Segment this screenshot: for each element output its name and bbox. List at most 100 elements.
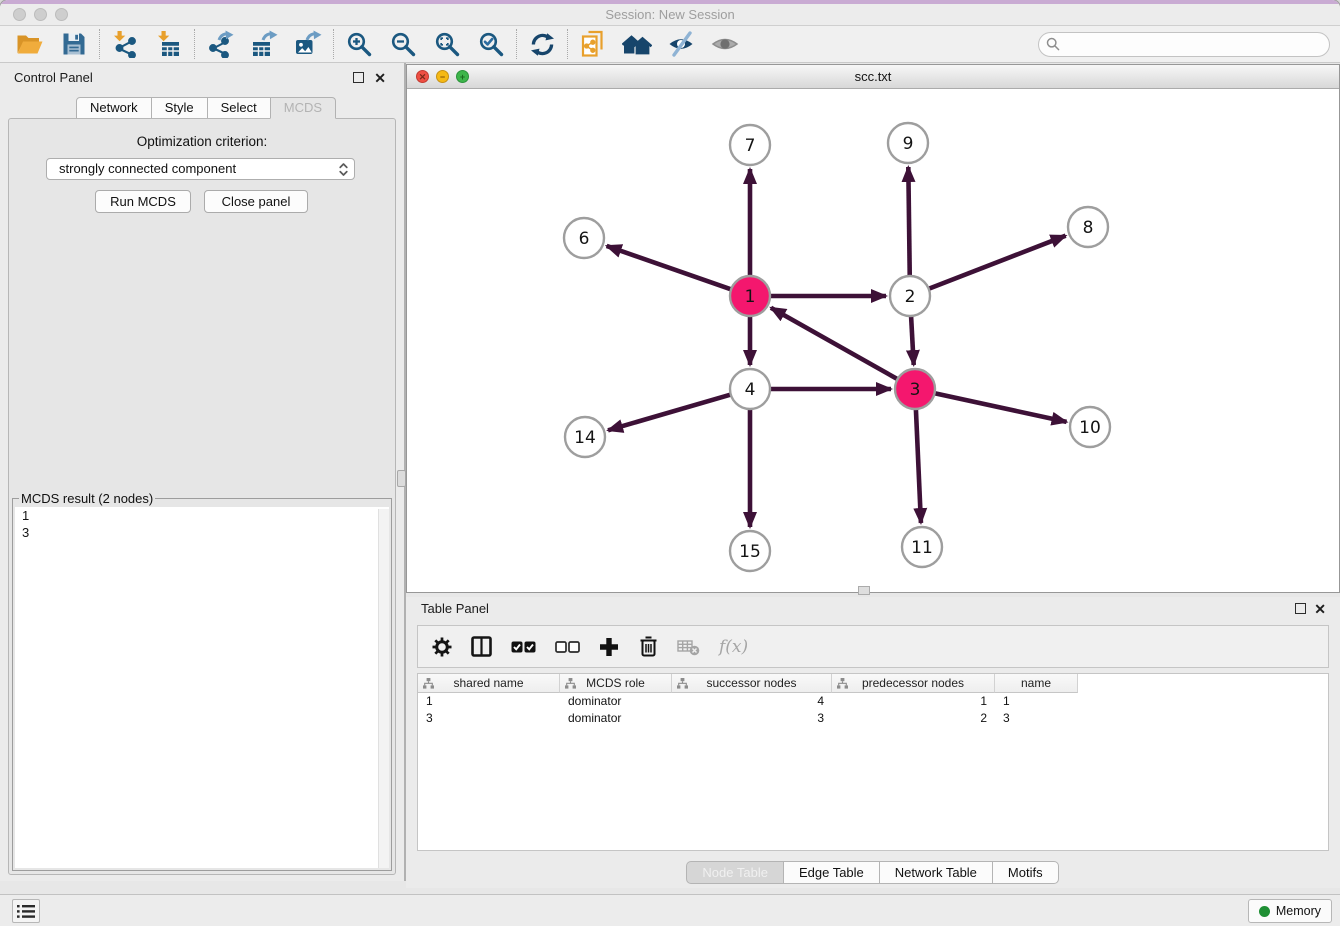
tab-mcds[interactable]: MCDS bbox=[270, 97, 336, 119]
tab-network-table[interactable]: Network Table bbox=[879, 861, 993, 884]
mcds-result-box: MCDS result (2 nodes) 13 bbox=[12, 491, 392, 871]
table-export-icon[interactable] bbox=[242, 28, 286, 60]
node-table-body: 1dominator4113dominator323 bbox=[418, 693, 1328, 727]
refresh-icon[interactable] bbox=[520, 28, 564, 60]
cell-mcds-role[interactable]: dominator bbox=[560, 693, 672, 710]
table-row[interactable]: 1dominator411 bbox=[418, 693, 1328, 710]
column-type-icon bbox=[565, 678, 576, 692]
network-canvas[interactable]: 7 9 6 8 1 2 4 3 14 10 15 11 bbox=[407, 89, 1339, 592]
search-input[interactable] bbox=[1038, 32, 1330, 57]
edge-2-3[interactable] bbox=[911, 312, 914, 365]
delete-table-icon bbox=[677, 638, 700, 656]
optimization-criterion-select[interactable]: strongly connected component bbox=[46, 158, 355, 180]
network-window-title: scc.txt bbox=[407, 65, 1339, 89]
run-mcds-button[interactable]: Run MCDS bbox=[95, 190, 191, 213]
close-panel-button[interactable]: Close panel bbox=[204, 190, 308, 213]
node-14[interactable]: 14 bbox=[565, 417, 605, 457]
image-export-icon[interactable] bbox=[286, 28, 330, 60]
column-header-predecessor-nodes[interactable]: predecessor nodes bbox=[832, 674, 995, 693]
cell-predecessor-nodes[interactable]: 2 bbox=[832, 710, 995, 727]
close-panel-icon[interactable]: ✕ bbox=[374, 70, 386, 86]
eye-slash-icon[interactable] bbox=[659, 28, 703, 60]
edge-1-6[interactable] bbox=[607, 246, 735, 291]
panel-divider-handle[interactable] bbox=[397, 470, 406, 487]
column-header-name[interactable]: name bbox=[995, 674, 1078, 693]
cell-name[interactable]: 3 bbox=[995, 710, 1078, 727]
node-4[interactable]: 4 bbox=[730, 369, 770, 409]
floppy-save-icon[interactable] bbox=[52, 28, 96, 60]
network-splitter-handle[interactable] bbox=[858, 586, 870, 595]
table-float-icon[interactable] bbox=[1295, 603, 1306, 614]
edge-4-14[interactable] bbox=[608, 393, 735, 430]
main-toolbar bbox=[0, 26, 1340, 63]
table-row[interactable]: 3dominator323 bbox=[418, 710, 1328, 727]
edge-2-9[interactable] bbox=[908, 167, 909, 280]
table-panel: Table Panel ✕ f(x) shared nameMCDS roles… bbox=[406, 597, 1340, 888]
node-9[interactable]: 9 bbox=[888, 123, 928, 163]
cell-successor-nodes[interactable]: 3 bbox=[672, 710, 832, 727]
toolbar-separator bbox=[567, 29, 568, 59]
settings-gear-icon[interactable] bbox=[432, 637, 452, 657]
control-panel-title: Control Panel bbox=[14, 63, 93, 93]
edge-3-10[interactable] bbox=[931, 392, 1067, 422]
cell-predecessor-nodes[interactable]: 1 bbox=[832, 693, 995, 710]
add-column-icon[interactable] bbox=[599, 637, 619, 657]
network-import-icon[interactable] bbox=[103, 28, 147, 60]
eye-icon[interactable] bbox=[703, 28, 747, 60]
node-15[interactable]: 15 bbox=[730, 531, 770, 571]
column-header-successor-nodes[interactable]: successor nodes bbox=[672, 674, 832, 693]
cell-name[interactable]: 1 bbox=[995, 693, 1078, 710]
network-export-icon[interactable] bbox=[198, 28, 242, 60]
cell-mcds-role[interactable]: dominator bbox=[560, 710, 672, 727]
status-bar: Memory bbox=[0, 894, 1340, 926]
network-window-titlebar[interactable]: ✕ − + scc.txt bbox=[407, 65, 1339, 89]
select-all-checks-icon[interactable] bbox=[511, 641, 536, 653]
houses-icon[interactable] bbox=[615, 28, 659, 60]
column-type-icon bbox=[837, 678, 848, 692]
tab-edge-table[interactable]: Edge Table bbox=[783, 861, 880, 884]
edge-3-11[interactable] bbox=[916, 405, 921, 523]
show-columns-icon[interactable] bbox=[471, 636, 492, 657]
node-1[interactable]: 1 bbox=[730, 276, 770, 316]
node-3[interactable]: 3 bbox=[895, 369, 935, 409]
clone-network-icon[interactable] bbox=[571, 28, 615, 60]
column-header-mcds-role[interactable]: MCDS role bbox=[560, 674, 672, 693]
node-8[interactable]: 8 bbox=[1068, 207, 1108, 247]
memory-button[interactable]: Memory bbox=[1248, 899, 1332, 923]
cell-successor-nodes[interactable]: 4 bbox=[672, 693, 832, 710]
table-tabs: Node TableEdge TableNetwork TableMotifs bbox=[406, 861, 1340, 884]
table-close-icon[interactable]: ✕ bbox=[1314, 601, 1326, 617]
edge-3-1[interactable] bbox=[771, 308, 901, 381]
float-panel-icon[interactable] bbox=[353, 72, 364, 83]
delete-trash-icon[interactable] bbox=[638, 636, 658, 657]
zoom-selected-icon[interactable] bbox=[469, 28, 513, 60]
node-10[interactable]: 10 bbox=[1070, 407, 1110, 447]
zoom-fit-icon[interactable] bbox=[425, 28, 469, 60]
tab-node-table[interactable]: Node Table bbox=[686, 861, 784, 884]
task-history-button[interactable] bbox=[12, 899, 40, 923]
zoom-in-icon[interactable] bbox=[337, 28, 381, 60]
tab-style[interactable]: Style bbox=[151, 97, 208, 119]
tab-network[interactable]: Network bbox=[76, 97, 152, 119]
folder-open-icon[interactable] bbox=[8, 28, 52, 60]
deselect-all-checks-icon[interactable] bbox=[555, 641, 580, 653]
node-7[interactable]: 7 bbox=[730, 125, 770, 165]
table-toolbar: f(x) bbox=[417, 625, 1329, 668]
node-11[interactable]: 11 bbox=[902, 527, 942, 567]
result-scrollbar[interactable] bbox=[378, 509, 389, 868]
select-stepper-icon bbox=[338, 162, 349, 183]
node-6[interactable]: 6 bbox=[564, 218, 604, 258]
svg-text:8: 8 bbox=[1083, 218, 1094, 238]
svg-text:1: 1 bbox=[745, 287, 756, 307]
column-header-shared-name[interactable]: shared name bbox=[418, 674, 560, 693]
node-2[interactable]: 2 bbox=[890, 276, 930, 316]
cell-shared-name[interactable]: 3 bbox=[418, 710, 560, 727]
tab-select[interactable]: Select bbox=[207, 97, 271, 119]
tab-motifs[interactable]: Motifs bbox=[992, 861, 1059, 884]
mcds-result-item: 3 bbox=[15, 524, 389, 541]
cell-shared-name[interactable]: 1 bbox=[418, 693, 560, 710]
zoom-out-icon[interactable] bbox=[381, 28, 425, 60]
table-import-icon[interactable] bbox=[147, 28, 191, 60]
node-table-header: shared nameMCDS rolesuccessor nodesprede… bbox=[418, 674, 1328, 693]
edge-2-8[interactable] bbox=[925, 236, 1066, 291]
